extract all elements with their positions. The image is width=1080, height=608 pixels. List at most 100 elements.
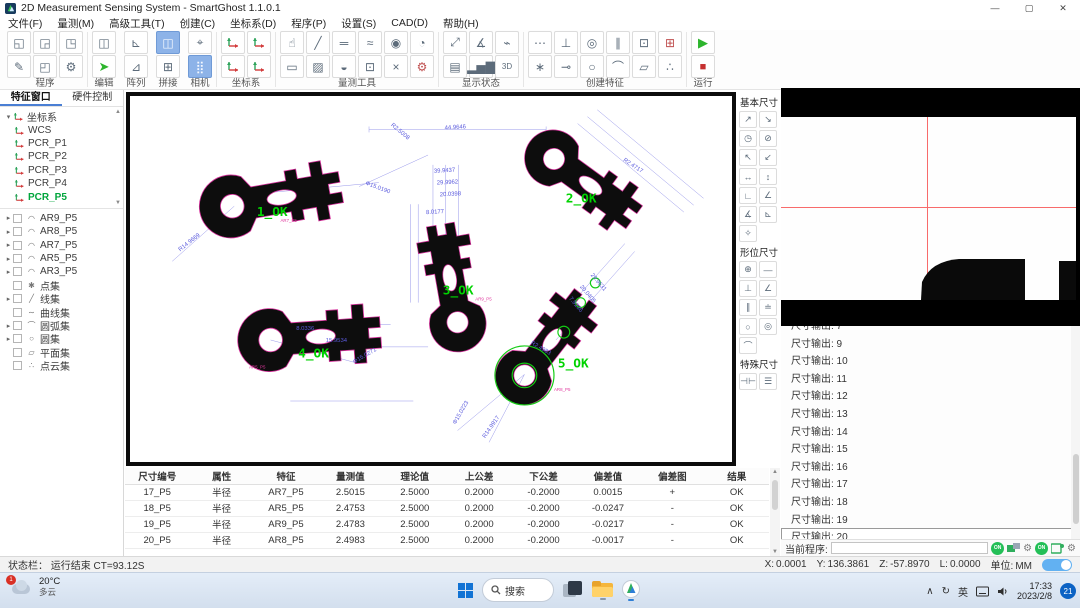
output-item[interactable]: 尺寸输出: 7 (781, 326, 1080, 335)
expand-icon[interactable]: ▸ (4, 228, 13, 236)
line-tool-icon[interactable]: ╱ (306, 31, 330, 54)
checkbox[interactable] (13, 321, 22, 330)
menu-program[interactable]: 程序(P) (291, 16, 326, 31)
menu-advanced-tools[interactable]: 高级工具(T) (109, 16, 164, 31)
speaker-icon[interactable] (997, 586, 1009, 597)
profile-icon[interactable]: ⌒ (739, 337, 757, 354)
create-cloud-icon[interactable]: ∴ (658, 55, 682, 78)
tree-item-pcr-p2[interactable]: PCR_P2 (4, 150, 123, 163)
table-row[interactable]: 19_P5半径AR9_P52.47832.50000.2000-0.2000-0… (125, 516, 769, 532)
set-item-ar5[interactable]: ▸◠AR5_P5 (4, 252, 123, 265)
output-item[interactable]: 尺寸输出: 17 (781, 475, 1080, 493)
show-angle-icon[interactable]: ∡ (469, 31, 493, 54)
unit-toggle[interactable] (1042, 559, 1072, 571)
create-perpendicular-icon[interactable]: ⊥ (554, 31, 578, 54)
circle-tool-icon[interactable]: ◉ (384, 31, 408, 54)
symmetry-icon[interactable]: ≐ (759, 299, 777, 316)
create-segment-icon[interactable]: ⊸ (554, 55, 578, 78)
show-image-icon[interactable]: ▤ (443, 55, 467, 78)
csys-origin-icon[interactable] (221, 55, 245, 78)
dim-width-icon[interactable]: ↔ (739, 168, 757, 185)
checkbox[interactable] (13, 241, 22, 250)
output-item[interactable]: 尺寸输出: 16 (781, 458, 1080, 476)
checkbox[interactable] (13, 361, 22, 370)
tree-item-pcr-p1[interactable]: PCR_P1 (4, 137, 123, 150)
set-item-ar7[interactable]: ▸◠AR7_P5 (4, 239, 123, 252)
scroll-down-icon[interactable]: ▼ (770, 549, 780, 555)
table-row[interactable]: 17_P5半径AR7_P52.50152.50000.2000-0.20000.… (125, 484, 769, 500)
tree-root-csys[interactable]: ▾ 坐标系 (4, 110, 123, 123)
checkbox[interactable] (13, 227, 22, 236)
scroll-up-icon[interactable]: ▲ (114, 109, 122, 115)
output-item[interactable]: 尺寸输出: 19 (781, 511, 1080, 529)
csys-rotate-icon[interactable] (247, 31, 271, 54)
camera-grid-icon[interactable]: ⣿ (188, 55, 212, 78)
focus-tool-icon[interactable]: ⊡ (358, 55, 382, 78)
ime-indicator[interactable]: 英 (958, 584, 968, 599)
edit-program-icon[interactable]: ✎ (7, 55, 31, 78)
checkbox[interactable] (13, 348, 22, 357)
output-item[interactable]: 尺寸输出: 11 (781, 370, 1080, 388)
dim-distance2-icon[interactable]: ↘ (759, 111, 777, 128)
camera-export-icon[interactable] (1051, 543, 1064, 554)
pick-tool-icon[interactable]: ☝ (280, 31, 304, 54)
gear-icon[interactable]: ⚙ (1023, 542, 1032, 555)
close-icon[interactable]: ✕ (1046, 0, 1080, 16)
show-dimension-icon[interactable]: ⤢ (443, 31, 467, 54)
array-edit-icon[interactable]: ⊿ (124, 55, 148, 78)
set-item-curves[interactable]: ∼曲线集 (4, 305, 123, 318)
angularity-icon[interactable]: ∠ (759, 280, 777, 297)
output-item[interactable]: 尺寸输出: 12 (781, 387, 1080, 405)
toggle-on-2[interactable]: ON (1035, 542, 1048, 555)
notification-badge[interactable]: 21 (1060, 583, 1076, 599)
checkbox[interactable] (13, 334, 22, 343)
menu-cad[interactable]: CAD(D) (391, 17, 428, 29)
dim-distance-icon[interactable]: ↗ (739, 111, 757, 128)
table-row[interactable]: 20_P5半径AR8_P52.49832.50000.2000-0.2000-0… (125, 532, 769, 548)
dim-angle2-icon[interactable]: ∡ (739, 206, 757, 223)
touch-keyboard-icon[interactable] (976, 586, 989, 597)
output-item[interactable]: 尺寸输出: 15 (781, 440, 1080, 458)
curve-tool-icon[interactable]: ≈ (358, 31, 382, 54)
output-scrollbar[interactable] (1071, 326, 1080, 539)
expand-icon[interactable]: ▸ (4, 322, 13, 330)
checkbox[interactable] (13, 267, 22, 276)
expand-icon[interactable]: ▸ (4, 268, 13, 276)
tree-scrollbar[interactable]: ▲ ▼ (114, 109, 122, 206)
create-tagged-circle-icon[interactable]: ◎ (580, 31, 604, 54)
dim-diameter2-icon[interactable]: ⊘ (759, 130, 777, 147)
expand-icon[interactable]: ▸ (4, 241, 13, 249)
camera-view-panel[interactable] (781, 88, 1080, 326)
set-item-pointcloud[interactable]: ∴点云集 (4, 359, 123, 372)
camera-center-icon[interactable]: ⌖ (188, 31, 212, 54)
tab-hardware-control[interactable]: 硬件控制 (62, 90, 124, 106)
set-item-planes[interactable]: ▱平面集 (4, 346, 123, 359)
select-region-icon[interactable]: ◰ (33, 55, 57, 78)
scroll-up-icon[interactable]: ▲ (770, 469, 780, 475)
tray-expand-icon[interactable]: ∧ (926, 586, 933, 597)
create-mirror-icon[interactable]: ∥ (606, 31, 630, 54)
position-icon[interactable]: ⊕ (739, 261, 757, 278)
checkbox[interactable] (13, 214, 22, 223)
set-item-lines[interactable]: ▸╱线集 (4, 292, 123, 305)
measurement-canvas[interactable]: 44.9646 39.9437 29.9962 20.0398 8.0177 Φ… (126, 92, 736, 466)
tab-feature-window[interactable]: 特征窗口 (0, 90, 62, 106)
menu-file[interactable]: 文件(F) (8, 16, 42, 31)
gear-icon[interactable]: ⚙ (1067, 542, 1076, 555)
create-burst-icon[interactable]: ∗ (528, 55, 552, 78)
dim-point-icon[interactable]: ✧ (739, 225, 757, 242)
stitch-settings-icon[interactable]: ⊞ (156, 55, 180, 78)
create-boxed-point-icon[interactable]: ⊡ (632, 31, 656, 54)
tree-item-pcr-p5-selected[interactable]: PCR_P5 (4, 190, 123, 203)
tree-item-wcs[interactable]: WCS (4, 123, 123, 136)
output-item-selected[interactable]: 尺寸输出: 20 (781, 528, 1080, 540)
perpendicularity-icon[interactable]: ⊥ (739, 280, 757, 297)
scroll-down-icon[interactable]: ▼ (114, 200, 122, 206)
run-icon[interactable]: ▶ (691, 31, 715, 54)
maximize-icon[interactable]: ▢ (1012, 0, 1046, 16)
parallel-tool-icon[interactable]: ═ (332, 31, 356, 54)
export-program-icon[interactable]: ◳ (59, 31, 83, 54)
output-item[interactable]: 尺寸输出: 13 (781, 405, 1080, 423)
expand-icon[interactable]: ▸ (4, 335, 13, 343)
concentricity-icon[interactable]: ◎ (759, 318, 777, 335)
